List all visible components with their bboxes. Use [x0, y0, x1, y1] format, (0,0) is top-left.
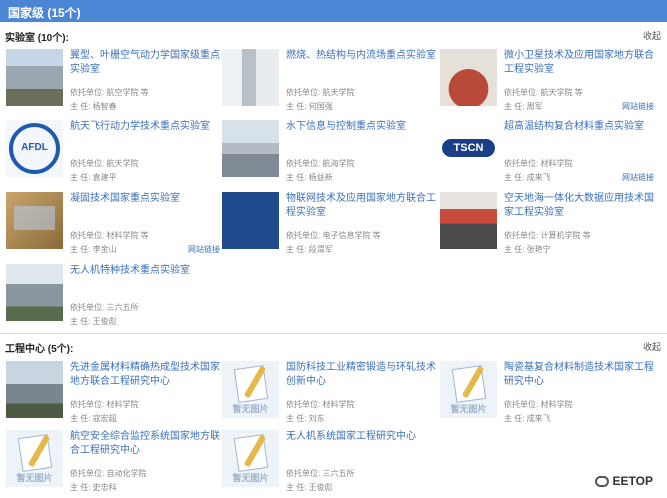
- eetop-watermark: EETOP: [594, 474, 653, 488]
- lab-card[interactable]: 翼型、叶栅空气动力学国家级重点实验室 依托单位: 航空学院 等 主 任: 杨智春: [6, 49, 220, 115]
- lab-head: 主 任: 何国强: [286, 102, 333, 111]
- lab-card[interactable]: 微小卫星技术及应用国家地方联合工程实验室 依托单位: 航天学院 等 主 任: 周…: [440, 49, 654, 115]
- lab-name[interactable]: 物联网技术及应用国家地方联合工程实验室: [286, 192, 436, 220]
- center-unit: 依托单位: 材料学院: [286, 400, 355, 409]
- lab-name[interactable]: 翼型、叶栅空气动力学国家级重点实验室: [70, 49, 220, 77]
- lab-photo: [6, 192, 63, 249]
- lab-card[interactable]: 燃烧、热结构与内流场重点实验室 依托单位: 航天学院 主 任: 何国强: [222, 49, 436, 115]
- center-name[interactable]: 先进金属材料精确热成型技术国家地方联合工程研究中心: [70, 361, 220, 389]
- lab-photo: [6, 49, 63, 106]
- center-card[interactable]: 先进金属材料精确热成型技术国家地方联合工程研究中心 依托单位: 材料学院 主 任…: [6, 361, 220, 427]
- lab-unit: 依托单位: 航天学院: [70, 159, 139, 168]
- centers-section-header: 工程中心 (5个): 收起: [0, 338, 667, 355]
- section-divider: [0, 333, 667, 334]
- tscn-logo: TSCN: [442, 139, 495, 157]
- lab-unit: 依托单位: 材料学院: [504, 159, 573, 168]
- lab-name[interactable]: 空天地海一体化大数据应用技术国家工程实验室: [504, 192, 654, 220]
- placeholder-label: 暂无图片: [16, 473, 53, 483]
- center-card[interactable]: 暂无图片 国防科技工业精密锻造与环轧技术创新中心 依托单位: 材料学院 主 任:…: [222, 361, 436, 427]
- lab-name[interactable]: 水下信息与控制重点实验室: [286, 120, 436, 134]
- no-image-placeholder: 暂无图片: [222, 430, 279, 487]
- lab-logo: TSCN: [440, 120, 497, 177]
- lab-unit: 依托单位: 电子信息学院 等: [286, 231, 381, 240]
- lab-name[interactable]: 燃烧、热结构与内流场重点实验室: [286, 49, 436, 63]
- lab-name[interactable]: 无人机特种技术重点实验室: [70, 264, 220, 278]
- lab-head: 主 任: 王俊彪: [70, 317, 117, 326]
- lab-card[interactable]: 空天地海一体化大数据应用技术国家工程实验室 依托单位: 计算机学院 等 主 任:…: [440, 192, 654, 258]
- lab-unit: 依托单位: 航天学院 等: [504, 88, 583, 97]
- lab-name[interactable]: 微小卫星技术及应用国家地方联合工程实验室: [504, 49, 654, 77]
- center-head: 主 任: 王俊彪: [286, 483, 333, 492]
- page-title: 国家级 (15个): [8, 6, 81, 20]
- no-image-placeholder: 暂无图片: [222, 361, 279, 418]
- lab-logo: AFDL: [6, 120, 63, 177]
- lab-head: 主 任: 杨智春: [70, 102, 117, 111]
- lab-unit: 依托单位: 航天学院: [286, 88, 355, 97]
- center-unit: 依托单位: 三六五所: [286, 469, 355, 478]
- lab-card[interactable]: 凝固技术国家重点实验室 依托单位: 材料学院 等 主 任: 李金山 网站链接: [6, 192, 220, 258]
- lab-head: 主 任: 杨益新: [286, 173, 333, 182]
- lab-name[interactable]: 超高温结构复合材料重点实验室: [504, 120, 654, 134]
- afdl-logo-text: AFDL: [21, 142, 48, 153]
- website-link[interactable]: 网站链接: [188, 244, 220, 255]
- lab-head: 主 任: 段渭军: [286, 245, 333, 254]
- center-photo: [6, 361, 63, 418]
- lab-unit: 依托单位: 三六五所: [70, 303, 139, 312]
- lab-photo: [222, 49, 279, 106]
- lab-unit: 依托单位: 航空学院 等: [70, 88, 149, 97]
- lab-head: 主 任: 张艳宁: [504, 245, 551, 254]
- center-name[interactable]: 国防科技工业精密锻造与环轧技术创新中心: [286, 361, 436, 389]
- labs-collapse-button[interactable]: 收起: [643, 29, 661, 42]
- center-head: 主 任: 寇宏超: [70, 414, 117, 423]
- plaque-shape: [14, 206, 55, 230]
- lab-photo: [222, 120, 279, 177]
- lab-head: 主 任: 成来飞: [504, 173, 551, 182]
- center-unit: 依托单位: 材料学院: [70, 400, 139, 409]
- center-name[interactable]: 航空安全综合监控系统国家地方联合工程研究中心: [70, 430, 220, 458]
- lab-card[interactable]: 水下信息与控制重点实验室 依托单位: 航海学院 主 任: 杨益新: [222, 120, 436, 186]
- lab-head: 主 任: 李金山: [70, 245, 117, 254]
- center-card[interactable]: 暂无图片 陶瓷基复合材料制造技术国家工程研究中心 依托单位: 材料学院 主 任:…: [440, 361, 654, 427]
- center-card[interactable]: 暂无图片 无人机系统国家工程研究中心 依托单位: 三六五所 主 任: 王俊彪: [222, 430, 436, 496]
- lab-card[interactable]: TSCN 超高温结构复合材料重点实验室 依托单位: 材料学院 主 任: 成来飞 …: [440, 120, 654, 186]
- centers-section-label: 工程中心 (5个):: [5, 344, 74, 355]
- lab-name[interactable]: 凝固技术国家重点实验室: [70, 192, 220, 206]
- lab-photo: [440, 192, 497, 249]
- lab-head: 主 任: 袁建平: [70, 173, 117, 182]
- placeholder-label: 暂无图片: [232, 473, 269, 483]
- wechat-icon: [594, 476, 609, 488]
- center-head: 主 任: 成来飞: [504, 414, 551, 423]
- labs-section-label: 实验室 (10个):: [5, 33, 69, 44]
- lab-photo: [440, 49, 497, 106]
- placeholder-label: 暂无图片: [450, 404, 487, 414]
- website-link[interactable]: 网站链接: [622, 172, 654, 183]
- center-unit: 依托单位: 自动化学院: [70, 469, 147, 478]
- lab-photo: [6, 264, 63, 321]
- lab-card[interactable]: AFDL 航天飞行动力学技术重点实验室 依托单位: 航天学院 主 任: 袁建平: [6, 120, 220, 186]
- placeholder-label: 暂无图片: [232, 404, 269, 414]
- watermark-text: EETOP: [612, 474, 653, 488]
- labs-section-header: 实验室 (10个): 收起: [0, 27, 667, 44]
- lab-unit: 依托单位: 计算机学院 等: [504, 231, 591, 240]
- lab-unit: 依托单位: 航海学院: [286, 159, 355, 168]
- center-head: 主 任: 刘东: [286, 414, 325, 423]
- center-head: 主 任: 史忠科: [70, 483, 117, 492]
- centers-collapse-button[interactable]: 收起: [643, 340, 661, 353]
- no-image-placeholder: 暂无图片: [6, 430, 63, 487]
- center-unit: 依托单位: 材料学院: [504, 400, 573, 409]
- no-image-placeholder: 暂无图片: [440, 361, 497, 418]
- lab-card[interactable]: 无人机特种技术重点实验室 依托单位: 三六五所 主 任: 王俊彪: [6, 264, 220, 330]
- lab-unit: 依托单位: 材料学院 等: [70, 231, 149, 240]
- center-card[interactable]: 暂无图片 航空安全综合监控系统国家地方联合工程研究中心 依托单位: 自动化学院 …: [6, 430, 220, 496]
- lab-card[interactable]: 物联网技术及应用国家地方联合工程实验室 依托单位: 电子信息学院 等 主 任: …: [222, 192, 436, 258]
- website-link[interactable]: 网站链接: [622, 101, 654, 112]
- lab-photo: [222, 192, 279, 249]
- center-name[interactable]: 无人机系统国家工程研究中心: [286, 430, 436, 444]
- header-bar: 国家级 (15个): [0, 0, 667, 22]
- lab-head: 主 任: 周军: [504, 102, 543, 111]
- lab-name[interactable]: 航天飞行动力学技术重点实验室: [70, 120, 220, 134]
- center-name[interactable]: 陶瓷基复合材料制造技术国家工程研究中心: [504, 361, 654, 389]
